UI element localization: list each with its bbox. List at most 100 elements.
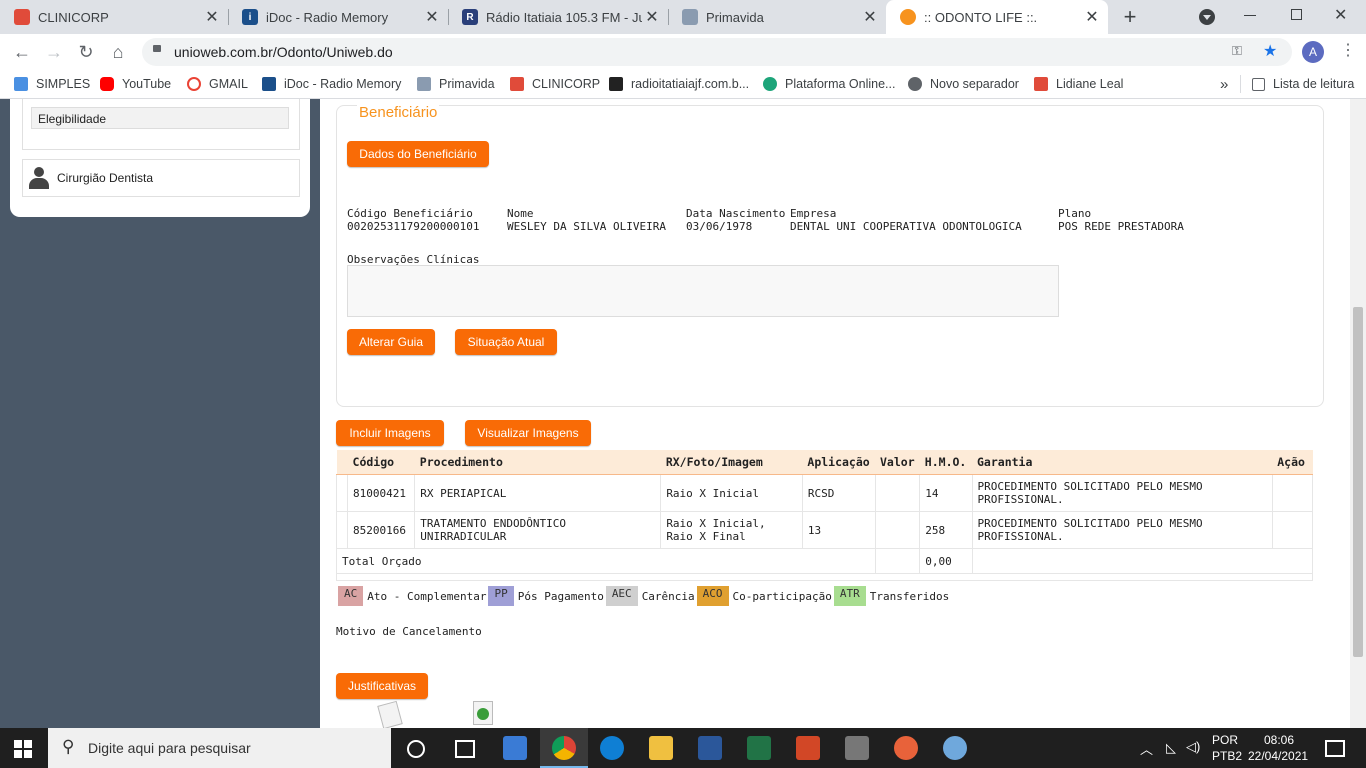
header-hmo: H.M.O. xyxy=(919,450,972,475)
reading-list-label: Lista de leitura xyxy=(1273,77,1355,91)
table-row[interactable]: 85200166 TRATAMENTO ENDODÔNTICO UNIRRADI… xyxy=(335,511,1314,549)
lock-icon xyxy=(153,45,161,52)
spacer-row xyxy=(336,573,1313,581)
alterar-guia-button[interactable]: Alterar Guia xyxy=(347,329,435,355)
nome-label: Nome xyxy=(507,207,534,220)
task-view-icon[interactable] xyxy=(455,740,475,758)
reading-list[interactable]: Lista de leitura xyxy=(1252,75,1354,93)
app-va-icon[interactable] xyxy=(894,736,918,760)
clock-time[interactable]: 08:06 xyxy=(1264,733,1294,747)
nascimento-value: 03/06/1978 xyxy=(686,220,753,233)
taskbar-search[interactable]: ⚲ Digite aqui para pesquisar xyxy=(48,728,391,768)
document-approve-icon[interactable] xyxy=(473,701,493,725)
window-close-icon[interactable]: ✕ xyxy=(1334,5,1347,25)
clock-date[interactable]: 22/04/2021 xyxy=(1248,749,1308,763)
table-row[interactable]: 81000421 RX PERIAPICAL Raio X Inicial RC… xyxy=(335,474,1314,512)
bookmark-gmail[interactable]: GMAIL xyxy=(187,75,248,93)
volume-icon[interactable]: ◁) xyxy=(1186,739,1200,755)
codigo-label: Código Beneficiário xyxy=(347,207,473,220)
cell-valor xyxy=(874,474,921,512)
bookmark-lidiane[interactable]: Lidiane Leal xyxy=(1034,75,1123,93)
keyboard-layout[interactable]: PTB2 xyxy=(1212,749,1242,763)
network-icon[interactable]: ◺ xyxy=(1166,740,1176,756)
idoc-favicon-icon: i xyxy=(242,9,258,25)
profile-avatar[interactable]: A xyxy=(1302,41,1324,63)
home-icon[interactable]: ⌂ xyxy=(104,38,132,66)
notification-icon[interactable] xyxy=(1325,740,1345,757)
close-icon[interactable]: ✕ xyxy=(422,7,442,27)
scroll-thumb[interactable] xyxy=(1353,307,1363,657)
menu-dots-icon[interactable]: ⋮ xyxy=(1340,40,1356,60)
plano-label: Plano xyxy=(1058,207,1092,220)
tab-title: iDoc - Radio Memory xyxy=(266,9,389,25)
cortana-icon[interactable] xyxy=(407,740,425,758)
cell-garantia: PROCEDIMENTO SOLICITADO PELO MESMO PROFI… xyxy=(971,474,1273,512)
back-arrow-icon[interactable]: ← xyxy=(8,38,36,66)
cell-garantia: PROCEDIMENTO SOLICITADO PELO MESMO PROFI… xyxy=(971,511,1273,549)
bookmark-youtube[interactable]: YouTube xyxy=(100,75,171,93)
powerpoint-icon[interactable] xyxy=(796,736,820,760)
main-content: Beneficiário Dados do Beneficiário Códig… xyxy=(320,99,1350,728)
bookmark-clinicorp[interactable]: CLINICORP xyxy=(510,75,600,93)
plano-value: POS REDE PRESTADORA xyxy=(1058,220,1184,233)
word-icon[interactable] xyxy=(698,736,722,760)
windows-start-icon[interactable] xyxy=(14,740,32,758)
bookmark-radioitatiaia[interactable]: radioitatiaiajf.com.b... xyxy=(609,75,749,93)
edge-icon[interactable] xyxy=(600,736,624,760)
page-scrollbar[interactable] xyxy=(1350,99,1366,728)
empresa-label: Empresa xyxy=(790,207,837,220)
globe-icon xyxy=(908,77,922,91)
tab-search-icon[interactable] xyxy=(1199,9,1215,25)
star-icon[interactable]: ★ xyxy=(1263,41,1277,61)
bookmark-label: Novo separador xyxy=(930,77,1019,91)
chevron-up-icon[interactable]: ︿ xyxy=(1140,739,1153,758)
paint-icon[interactable] xyxy=(943,736,967,760)
situacao-atual-button[interactable]: Situação Atual xyxy=(455,329,557,355)
elegibilidade-box: Elegibilidade xyxy=(22,99,300,150)
bookmark-primavida[interactable]: Primavida xyxy=(417,75,495,93)
tab-idoc[interactable]: i iDoc - Radio Memory ✕ xyxy=(228,0,448,34)
minimize-icon[interactable] xyxy=(1244,15,1256,16)
bookmark-label: YouTube xyxy=(122,77,172,91)
reload-icon[interactable]: ↻ xyxy=(72,38,100,66)
cell-acao[interactable] xyxy=(1271,474,1314,512)
document-icon[interactable] xyxy=(377,700,403,728)
more-bookmarks-icon[interactable]: » xyxy=(1220,75,1228,93)
bookmark-label: iDoc - Radio Memory xyxy=(284,77,402,91)
observacoes-textarea[interactable] xyxy=(347,265,1059,317)
new-tab-icon[interactable]: + xyxy=(1118,5,1142,29)
total-row: Total Orçado 0,00 xyxy=(336,548,1313,574)
address-bar[interactable]: unioweb.com.br/Odonto/Uniweb.do ⚿ ★ xyxy=(142,38,1292,66)
tab-odonto-life[interactable]: :: ODONTO LIFE ::. ✕ xyxy=(886,0,1108,34)
elegibilidade-field[interactable]: Elegibilidade xyxy=(31,107,289,129)
dados-beneficiario-button[interactable]: Dados do Beneficiário xyxy=(347,141,489,167)
key-icon[interactable]: ⚿ xyxy=(1232,43,1242,59)
forward-arrow-icon[interactable]: → xyxy=(40,38,68,66)
close-icon[interactable]: ✕ xyxy=(1082,7,1102,27)
bookmark-plataforma[interactable]: Plataforma Online... xyxy=(763,75,895,93)
calculator-icon[interactable] xyxy=(845,736,869,760)
chrome-taskbar-item[interactable] xyxy=(540,728,588,768)
app-icon[interactable] xyxy=(503,736,527,760)
cell-hmo: 258 xyxy=(919,511,973,549)
bookmark-novo-separador[interactable]: Novo separador xyxy=(908,75,1019,93)
cell-acao[interactable] xyxy=(1271,511,1314,549)
legend-ac-badge: AC xyxy=(338,586,364,606)
tab-primavida[interactable]: Primavida ✕ xyxy=(668,0,886,34)
restore-icon[interactable] xyxy=(1291,9,1302,20)
google-icon xyxy=(187,77,201,91)
visualizar-imagens-button[interactable]: Visualizar Imagens xyxy=(465,420,591,446)
close-icon[interactable]: ✕ xyxy=(860,7,880,27)
incluir-imagens-button[interactable]: Incluir Imagens xyxy=(336,420,444,446)
excel-icon[interactable] xyxy=(747,736,771,760)
bookmark-idoc[interactable]: iDoc - Radio Memory xyxy=(262,75,401,93)
dentist-item[interactable]: Cirurgião Dentista xyxy=(22,159,300,197)
justificativas-button[interactable]: Justificativas xyxy=(336,673,428,699)
tab-radio-itatiaia[interactable]: R Rádio Itatiaia 105.3 FM - Juiz ✕ xyxy=(448,0,668,34)
bookmark-simples[interactable]: SIMPLES xyxy=(14,75,90,93)
close-icon[interactable]: ✕ xyxy=(202,7,222,27)
language-indicator[interactable]: POR xyxy=(1212,733,1238,747)
file-explorer-icon[interactable] xyxy=(649,736,673,760)
close-icon[interactable]: ✕ xyxy=(642,7,662,27)
tab-clinicorp[interactable]: CLINICORP ✕ xyxy=(0,0,228,34)
